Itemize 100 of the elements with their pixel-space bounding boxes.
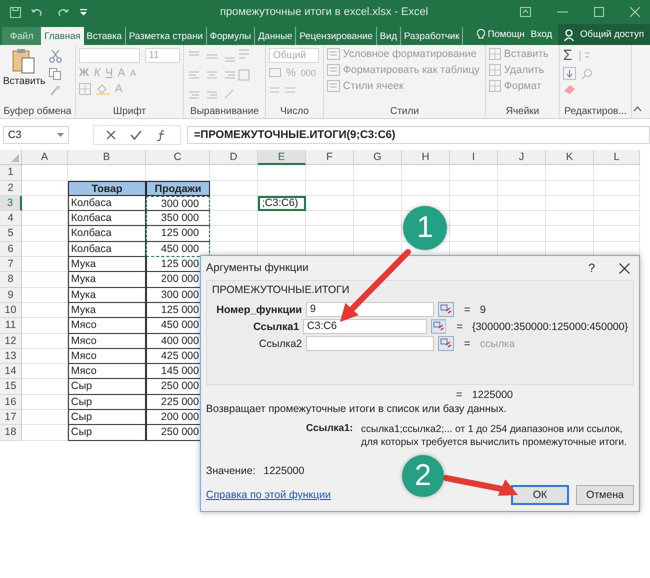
grid-cell[interactable]	[354, 196, 402, 212]
grid-cell[interactable]	[210, 211, 258, 226]
row-header[interactable]: 12	[0, 334, 22, 349]
grid-cell[interactable]	[546, 226, 594, 242]
row-header[interactable]: 11	[0, 318, 22, 334]
fill-down-icon[interactable]	[563, 67, 576, 80]
format-painter-icon[interactable]	[49, 85, 62, 97]
grid-cell[interactable]	[594, 226, 640, 242]
row-header[interactable]: 7	[0, 257, 22, 272]
ok-button[interactable]: ОК	[511, 485, 569, 505]
grid-cell[interactable]	[306, 226, 354, 242]
grid-cell[interactable]	[22, 348, 68, 364]
ribbon-display-icon[interactable]	[520, 7, 531, 17]
grid-cell[interactable]	[210, 165, 258, 181]
grid-cell[interactable]	[22, 211, 68, 226]
autosum-button[interactable]: Σ	[563, 48, 572, 63]
column-header[interactable]: A	[22, 150, 68, 166]
grid-cell[interactable]	[22, 302, 68, 318]
grid-cell[interactable]	[546, 180, 594, 196]
row-header[interactable]: 1	[0, 165, 22, 181]
share-button[interactable]: Общий доступ	[558, 24, 650, 45]
grid-cell[interactable]	[210, 180, 258, 196]
grid-cell[interactable]	[210, 226, 258, 242]
grid-cell[interactable]	[210, 196, 258, 212]
help-link[interactable]: Справка по этой функции	[206, 489, 331, 501]
collapse-dialog-icon[interactable]	[438, 336, 454, 351]
grid-cell[interactable]	[354, 165, 402, 181]
grid-cell[interactable]	[22, 318, 68, 334]
argument-field[interactable]: C3:C6	[303, 319, 427, 334]
column-header[interactable]: K	[546, 150, 594, 166]
grid-cell[interactable]	[258, 180, 306, 196]
grid-cell[interactable]	[354, 180, 402, 196]
grid-cell[interactable]	[594, 211, 640, 226]
row-header[interactable]: 15	[0, 379, 22, 395]
row-header[interactable]: 3	[0, 196, 22, 212]
maximize-icon[interactable]	[594, 7, 604, 17]
grid-cell[interactable]	[546, 196, 594, 212]
column-header[interactable]: L	[594, 150, 640, 166]
row-header[interactable]: 8	[0, 272, 22, 288]
grid-cell[interactable]	[306, 180, 354, 196]
grid-cell[interactable]	[22, 334, 68, 349]
grid-cell[interactable]	[22, 242, 68, 258]
sort-icon[interactable]	[577, 50, 592, 62]
ribbon-tab[interactable]: Главная	[41, 27, 84, 45]
column-header[interactable]: E	[258, 150, 306, 166]
argument-field[interactable]: 9	[306, 302, 434, 317]
tell-me-button[interactable]: Помощн	[476, 29, 525, 40]
column-header[interactable]: H	[402, 150, 450, 166]
grid-cell[interactable]	[306, 165, 354, 181]
grid-cell[interactable]	[22, 165, 68, 181]
grid-cell[interactable]	[22, 288, 68, 303]
grid-cell[interactable]	[22, 257, 68, 272]
grid-cell[interactable]	[546, 165, 594, 181]
close-icon[interactable]	[619, 262, 630, 274]
grid-cell[interactable]	[22, 272, 68, 288]
enter-icon[interactable]	[130, 130, 142, 140]
borders-icon[interactable]	[79, 83, 91, 95]
copy-icon[interactable]	[49, 68, 62, 80]
paste-button[interactable]: Вставить	[3, 48, 46, 106]
collapse-dialog-icon[interactable]	[438, 302, 454, 317]
grid-cell[interactable]	[306, 211, 354, 226]
save-icon[interactable]	[10, 6, 21, 18]
row-header[interactable]: 17	[0, 410, 22, 426]
grid-cell[interactable]	[22, 196, 68, 212]
grid-cell[interactable]	[306, 196, 354, 212]
row-header[interactable]: 10	[0, 302, 22, 318]
cancel-icon[interactable]	[106, 130, 116, 140]
grid-cell[interactable]	[22, 226, 68, 242]
column-header[interactable]: I	[450, 150, 498, 166]
grid-cell[interactable]	[450, 211, 498, 226]
fill-color-icon[interactable]	[96, 83, 110, 95]
column-header[interactable]: B	[68, 150, 146, 166]
grid-cell[interactable]	[498, 165, 546, 181]
sign-in-link[interactable]: Вход	[530, 29, 552, 40]
grid-cell[interactable]	[594, 180, 640, 196]
grid-cell[interactable]	[258, 226, 306, 242]
grid-cell[interactable]	[22, 364, 68, 380]
row-header[interactable]: 9	[0, 288, 22, 303]
eraser-icon[interactable]	[563, 84, 577, 95]
scissors-icon[interactable]	[49, 50, 62, 63]
grid-cell[interactable]	[354, 226, 402, 242]
row-header[interactable]: 4	[0, 211, 22, 226]
select-all-icon[interactable]	[11, 154, 19, 162]
grid-cell[interactable]	[450, 196, 498, 212]
column-header[interactable]: D	[210, 150, 258, 166]
font-name-field[interactable]	[79, 48, 140, 63]
grid-cell[interactable]	[354, 211, 402, 226]
formula-field[interactable]: =ПРОМЕЖУТОЧНЫЕ.ИТОГИ(9;C3:C6)	[187, 126, 650, 144]
grid-cell[interactable]	[22, 410, 68, 426]
row-header[interactable]: 18	[0, 425, 22, 441]
grid-cell[interactable]	[498, 180, 546, 196]
collapse-dialog-icon[interactable]	[431, 319, 446, 334]
cancel-button[interactable]: Отмена	[576, 485, 634, 505]
column-header[interactable]: F	[306, 150, 354, 166]
grid-cell[interactable]	[450, 165, 498, 181]
grid-cell[interactable]	[594, 196, 640, 212]
row-header[interactable]: 14	[0, 364, 22, 380]
row-header[interactable]: 16	[0, 394, 22, 410]
argument-field[interactable]	[306, 336, 434, 351]
grid-cell[interactable]	[498, 226, 546, 242]
